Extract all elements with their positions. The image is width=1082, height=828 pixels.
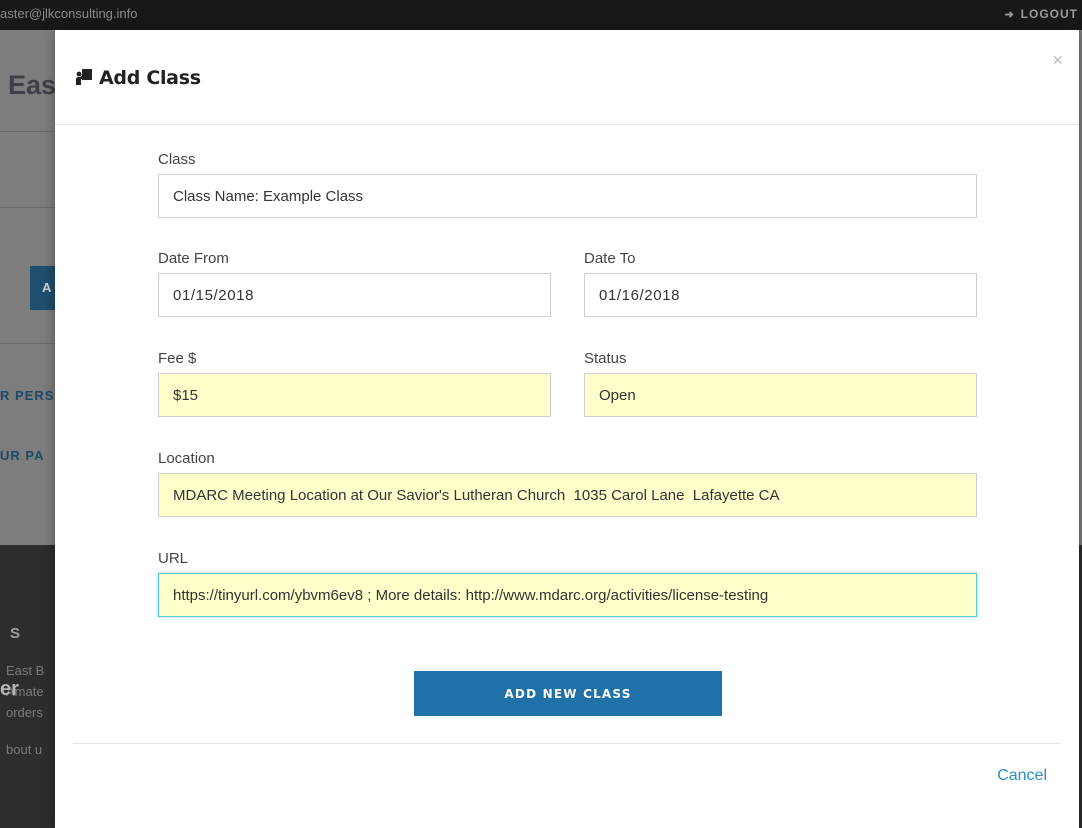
logout-link[interactable]: ➜ LOGOUT xyxy=(1004,7,1078,21)
date-from-label: Date From xyxy=(158,250,229,267)
sign-out-icon: ➜ xyxy=(1004,9,1015,21)
user-email: aster@jlkconsulting.info xyxy=(0,6,138,21)
fee-label: Fee $ xyxy=(158,350,197,367)
chalkboard-teacher-icon xyxy=(76,69,92,85)
class-name-input[interactable] xyxy=(158,174,977,218)
footer-text: orders xyxy=(6,705,43,720)
date-to-input[interactable] xyxy=(584,273,977,317)
background-button: A xyxy=(30,266,56,310)
background-divider xyxy=(0,207,60,208)
background-link: UR PA xyxy=(0,448,45,463)
modal-title-text: Add Class xyxy=(99,67,201,89)
add-new-class-button[interactable]: ADD NEW CLASS xyxy=(414,671,722,716)
modal-footer-divider xyxy=(73,743,1061,744)
background-divider xyxy=(0,131,60,132)
background-divider xyxy=(0,343,60,344)
footer-big-text: er xyxy=(0,678,19,700)
status-label: Status xyxy=(584,350,627,367)
date-from-input[interactable] xyxy=(158,273,551,317)
url-label: URL xyxy=(158,550,189,567)
background-link: R PERS xyxy=(0,388,55,403)
footer-text: bout u xyxy=(6,742,43,757)
modal-title: Add Class xyxy=(75,67,201,89)
location-input[interactable] xyxy=(158,473,977,517)
cancel-link[interactable]: Cancel xyxy=(997,767,1047,785)
location-label: Location xyxy=(158,450,215,467)
fee-input[interactable] xyxy=(158,373,551,417)
logout-label: LOGOUT xyxy=(1020,7,1078,21)
close-icon[interactable]: × xyxy=(1052,50,1063,71)
class-label: Class xyxy=(158,151,196,168)
footer-heading: S xyxy=(10,625,21,642)
footer-text: East B xyxy=(6,663,45,678)
url-input[interactable] xyxy=(158,573,977,617)
add-class-modal: Add Class × Class Date From Date To Fee … xyxy=(55,30,1079,828)
date-to-label: Date To xyxy=(584,250,636,267)
background-page-title: Eas xyxy=(8,70,57,100)
status-input[interactable] xyxy=(584,373,977,417)
top-bar: aster@jlkconsulting.info ➜ LOGOUT xyxy=(0,0,1082,30)
modal-header: Add Class × xyxy=(55,30,1079,125)
